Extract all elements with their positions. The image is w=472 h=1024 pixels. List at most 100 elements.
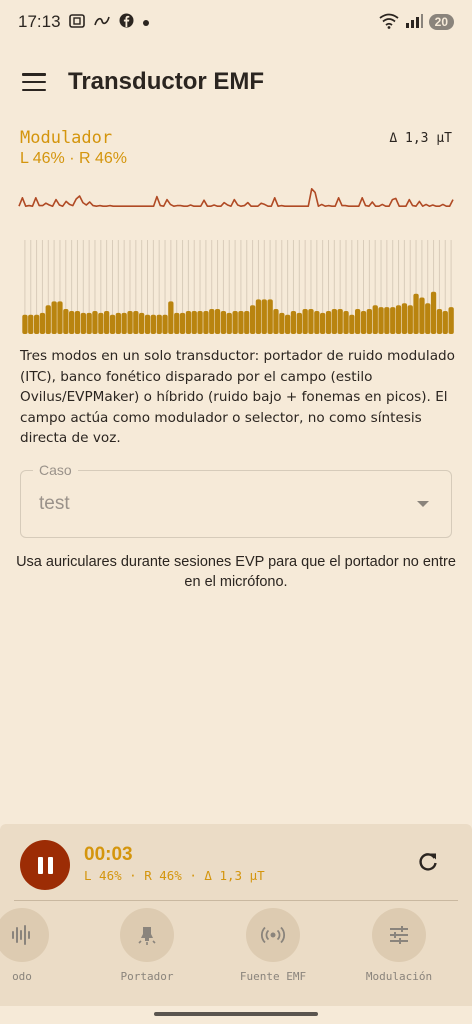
- level-bar: [232, 311, 238, 334]
- level-bar: [162, 314, 168, 334]
- level-bar: [448, 307, 454, 334]
- headphones-hint: Usa auriculares durante sesiones EVP par…: [16, 554, 456, 590]
- status-time: 17:13: [18, 12, 61, 31]
- player-panel: 00:03 L 46% · R 46% · Δ 1,3 µT odo Porta…: [0, 824, 472, 1006]
- level-bar: [80, 312, 86, 334]
- level-bar: [273, 309, 279, 334]
- level-bar: [121, 312, 127, 334]
- level-bar: [255, 299, 262, 334]
- level-bar: [349, 314, 355, 334]
- level-bar: [185, 311, 192, 334]
- mode-label: odo: [12, 970, 32, 983]
- level-bar: [290, 311, 297, 334]
- level-bar: [296, 312, 302, 334]
- level-bar: [436, 309, 443, 334]
- menu-icon[interactable]: [22, 73, 46, 91]
- page-title: Transductor EMF: [68, 68, 265, 95]
- level-bar: [209, 309, 215, 334]
- level-bar: [168, 301, 174, 334]
- refresh-icon[interactable]: [416, 850, 440, 874]
- level-bar: [395, 305, 402, 334]
- link-icon: [93, 14, 111, 31]
- level-bar: [109, 314, 116, 334]
- level-bar: [179, 312, 186, 334]
- radio-waves-icon: [246, 908, 300, 962]
- case-value: test: [39, 493, 70, 514]
- level-bar: [115, 312, 121, 334]
- level-bar: [156, 314, 162, 334]
- level-bar: [220, 311, 227, 334]
- level-bar: [331, 309, 337, 334]
- level-bar: [214, 309, 221, 334]
- level-bar: [197, 311, 203, 334]
- level-bar: [250, 305, 256, 334]
- mode-modulacion[interactable]: Modulación: [344, 908, 454, 988]
- mode-label: Portador: [120, 970, 174, 983]
- level-bar: [127, 311, 133, 334]
- level-bar: [442, 311, 448, 334]
- channel-levels: L 46% · R 46%: [20, 150, 128, 167]
- modulator-label: Modulador: [20, 128, 113, 148]
- level-bar: [378, 307, 384, 334]
- level-bar: [320, 312, 326, 334]
- level-bar: [343, 311, 349, 334]
- elapsed-timer: 00:03: [84, 844, 133, 865]
- app-bar: Transductor EMF: [0, 52, 472, 112]
- level-bar: [226, 312, 232, 334]
- mode-description: Tres modos en un solo transductor: porta…: [20, 348, 455, 446]
- pause-icon: [37, 856, 43, 874]
- level-bar: [39, 312, 46, 334]
- mode-modo[interactable]: odo: [0, 908, 77, 988]
- level-bar: [86, 312, 92, 334]
- sliders-icon: [372, 908, 426, 962]
- level-bar: [366, 309, 372, 334]
- level-bar: [238, 311, 244, 334]
- level-bar: [302, 309, 308, 334]
- level-bar: [430, 291, 437, 334]
- waveform-icon: [0, 908, 49, 962]
- level-bar: [413, 293, 419, 334]
- level-bar: [372, 305, 378, 334]
- level-bar: [133, 311, 139, 334]
- level-bar: [45, 305, 51, 334]
- level-bar: [51, 301, 57, 334]
- level-bar: [144, 314, 151, 334]
- case-select[interactable]: Caso test: [20, 462, 452, 538]
- level-bar: [355, 309, 361, 334]
- pause-button[interactable]: [20, 840, 70, 890]
- level-bar: [74, 311, 81, 334]
- level-bar: [98, 312, 104, 334]
- level-bar: [314, 311, 320, 334]
- mode-label: Modulación: [365, 970, 433, 983]
- screenshot-icon: [68, 13, 85, 31]
- modulation-waveform: [18, 188, 454, 207]
- wifi-icon: [379, 13, 399, 32]
- signal-icon: [405, 13, 423, 31]
- mode-fuente-emf[interactable]: Fuente EMF: [218, 908, 328, 988]
- level-bar: [57, 301, 63, 334]
- level-bar: [69, 311, 75, 334]
- level-bar: [390, 307, 396, 334]
- level-bar: [267, 299, 273, 334]
- level-bar: [174, 312, 180, 334]
- level-bar: [203, 311, 209, 334]
- mode-selector: odo Portador Fuente EMF Modulación: [0, 908, 472, 988]
- battery-indicator: 20: [428, 14, 454, 30]
- chevron-down-icon: [417, 501, 429, 507]
- status-bar: 17:13 20: [0, 0, 472, 44]
- field-delta-readout: Δ 1,3 µT: [389, 131, 452, 146]
- level-bar: [337, 309, 343, 334]
- level-bar: [419, 297, 425, 334]
- level-bar: [384, 307, 390, 334]
- mode-portador[interactable]: Portador: [92, 908, 202, 988]
- divider: [14, 900, 458, 901]
- level-bar: [28, 314, 34, 334]
- level-bar: [22, 314, 28, 334]
- level-bar: [279, 312, 285, 334]
- mode-label: Fuente EMF: [239, 970, 307, 983]
- level-bar: [261, 299, 267, 334]
- lamp-icon: [120, 908, 174, 962]
- home-indicator: [154, 1012, 318, 1016]
- level-bar: [191, 311, 197, 334]
- level-bar: [34, 314, 40, 334]
